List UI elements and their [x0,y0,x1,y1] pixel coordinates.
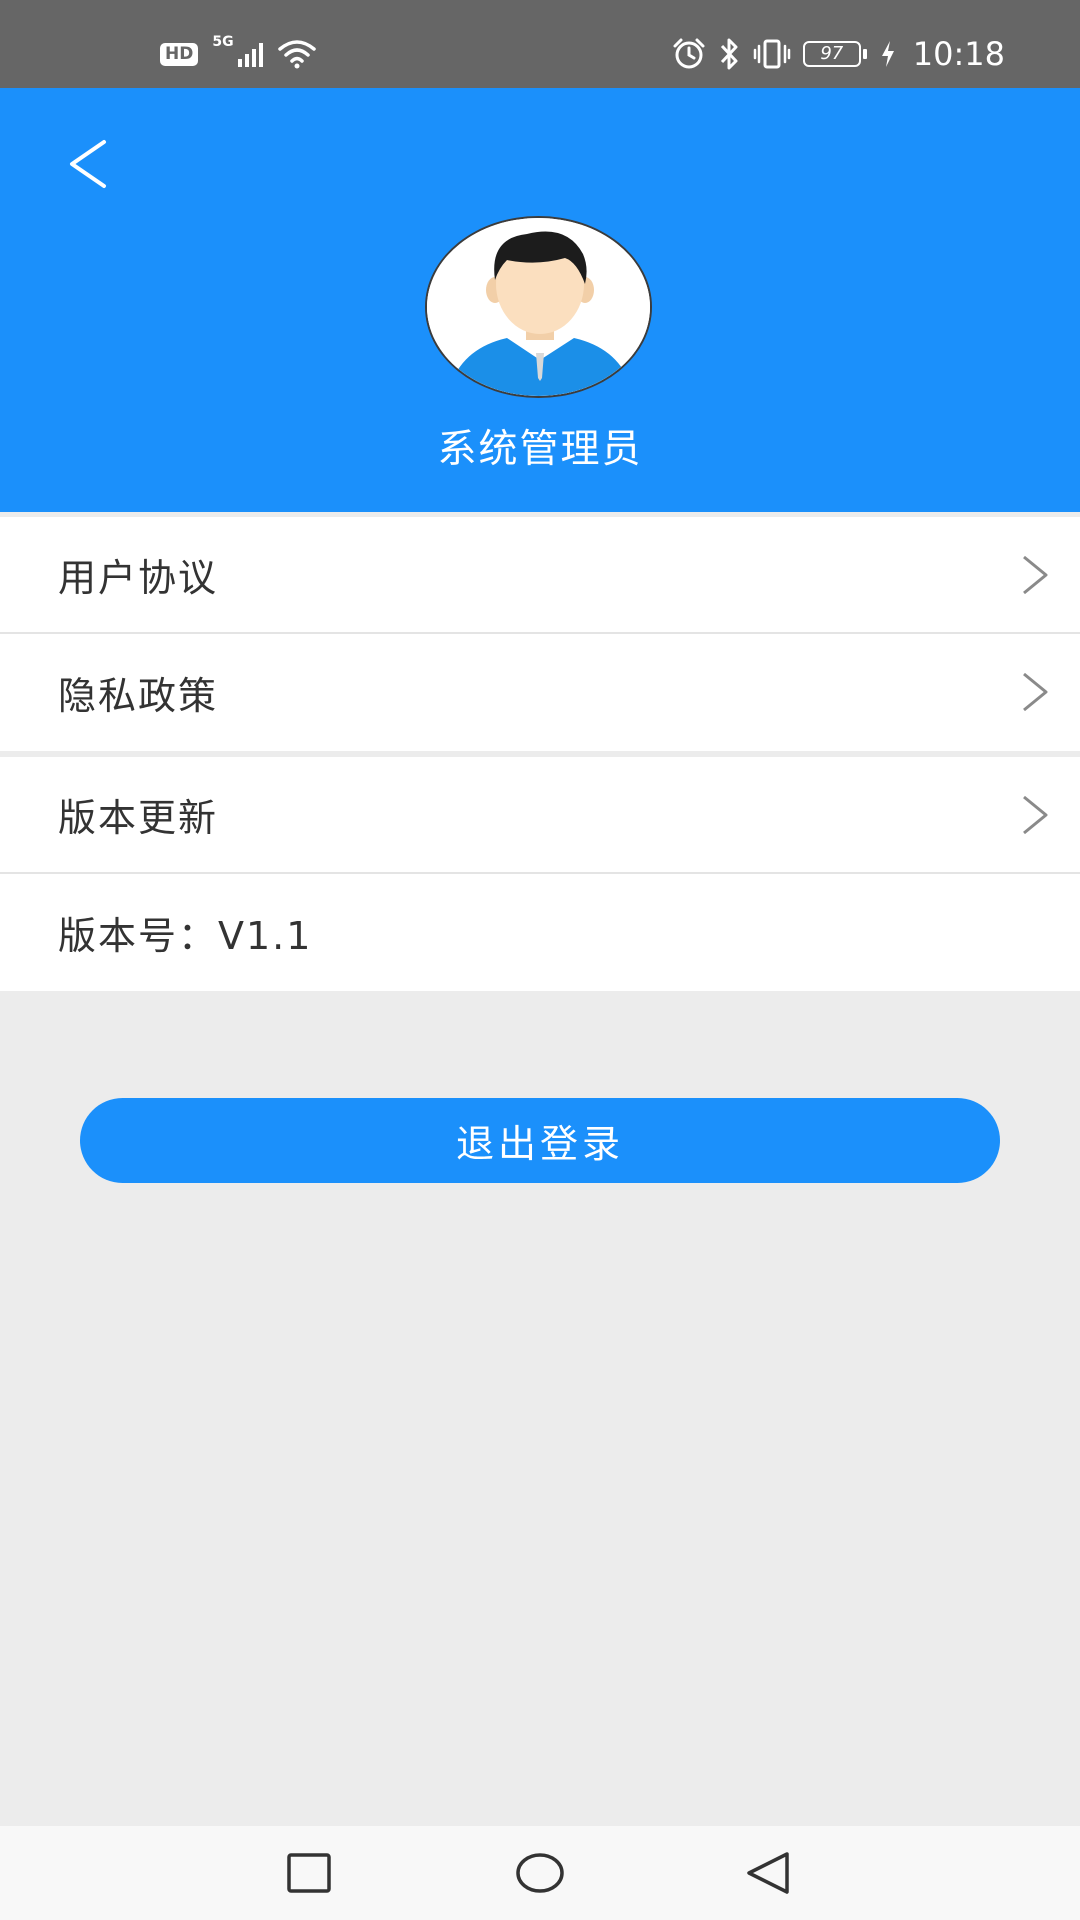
chevron-right-icon [1023,555,1048,595]
status-bar: HD 5G 97 10:18 [0,0,1080,88]
menu-item-label: 版本更新 [58,796,219,840]
version-number-label: 版本号：V1.1 [58,914,313,958]
profile-header: 系统管理员 [0,88,1080,512]
clock: 10:18 [912,35,1005,73]
menu-group-version: 版本更新 版本号：V1.1 [0,757,1080,991]
battery-icon: 97 [802,41,867,67]
network-type-label: 5G [212,34,234,50]
user-avatar-icon [427,218,650,396]
logout-button[interactable]: 退出登录 [80,1098,1000,1183]
charging-icon [881,41,894,67]
chevron-right-icon [1023,672,1048,712]
alarm-icon [673,38,705,69]
wifi-icon [277,40,316,69]
back-icon[interactable] [735,1848,805,1898]
recent-apps-icon[interactable] [274,1848,344,1898]
vibrate-icon [753,39,791,69]
user-name: 系统管理员 [437,427,643,472]
system-nav-bar [0,1826,1080,1920]
menu-item-version-number: 版本号：V1.1 [0,874,1080,991]
chevron-left-icon[interactable] [60,124,120,204]
chevron-right-icon [1023,795,1048,835]
status-left: HD 5G [160,34,317,72]
menu-item-privacy-policy[interactable]: 隐私政策 [0,634,1080,751]
signal-icon [237,41,263,67]
menu-item-label: 隐私政策 [58,674,219,718]
menu-group-legal: 用户协议 隐私政策 [0,517,1080,751]
menu-item-label: 用户协议 [58,556,219,600]
bluetooth-icon [720,38,738,70]
avatar [425,216,652,398]
menu-item-version-update[interactable]: 版本更新 [0,757,1080,874]
status-right: 97 10:18 [671,34,1005,74]
hd-icon: HD [160,42,199,66]
menu-item-user-agreement[interactable]: 用户协议 [0,517,1080,634]
home-icon[interactable] [505,1848,575,1898]
